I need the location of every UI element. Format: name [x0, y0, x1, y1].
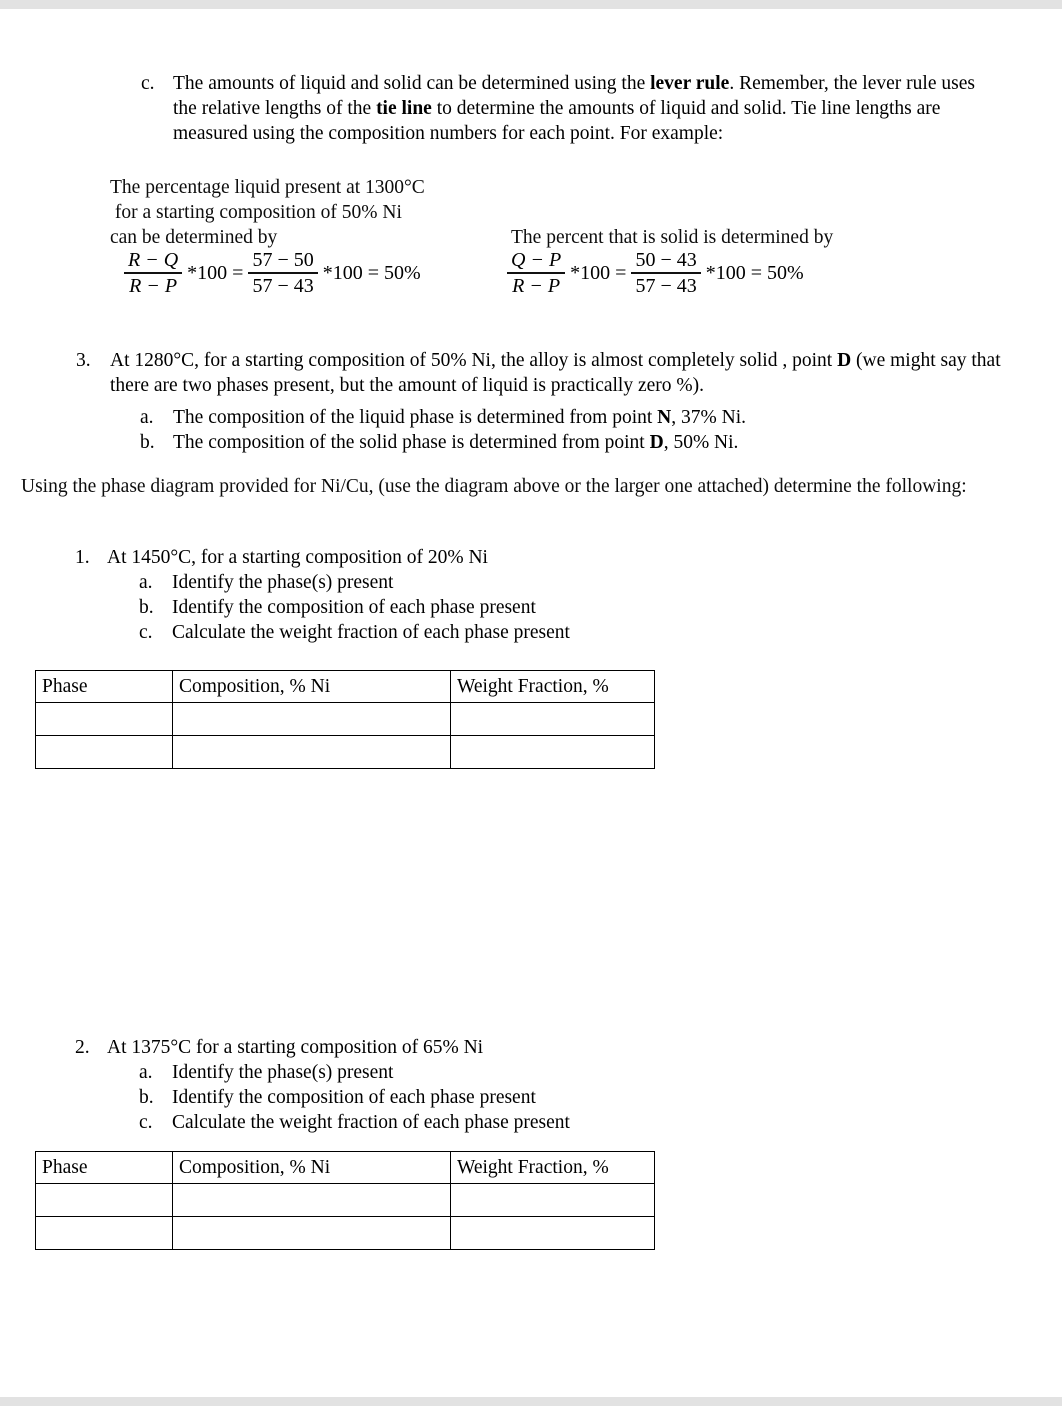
table-1-cell-r2c2[interactable]: [172, 735, 451, 769]
liquid-example-line-2: for a starting composition of 50% Ni: [110, 202, 402, 223]
list-item-c-text: The amounts of liquid and solid can be d…: [173, 73, 975, 144]
question-1-sub-c: c. Calculate the weight fraction of each…: [139, 620, 779, 645]
table-1-cell-r1c3[interactable]: [450, 702, 655, 736]
liquid-eq-fraction-2-denominator: 57 − 43: [252, 274, 314, 297]
table-1-header-weight-fraction: Weight Fraction, %: [450, 670, 655, 703]
table-1-cell-r1c2[interactable]: [172, 702, 451, 736]
list-item-c: c. The amounts of liquid and solid can b…: [141, 71, 997, 146]
list-item-3a-marker: a.: [140, 407, 154, 428]
table-1-cell-r1c1[interactable]: [35, 702, 173, 736]
table-2-cell-r1c1[interactable]: [35, 1183, 173, 1217]
question-2-sub-a-marker: a.: [139, 1062, 153, 1083]
table-row: [35, 735, 655, 769]
solid-eq-fraction-2-numerator: 50 − 43: [635, 249, 697, 271]
solid-eq-fraction-2-denominator: 57 − 43: [635, 274, 697, 297]
question-1-sub-a: a. Identify the phase(s) present: [139, 570, 779, 595]
list-item-3b: b. The composition of the solid phase is…: [140, 430, 900, 455]
question-2-sub-c: c. Calculate the weight fraction of each…: [139, 1110, 779, 1135]
list-item-3a: a. The composition of the liquid phase i…: [140, 405, 900, 430]
page-top-edge-band: [0, 0, 1062, 9]
question-2-sub-b: b. Identify the composition of each phas…: [139, 1085, 779, 1110]
table-1-header-composition: Composition, % Ni: [172, 670, 451, 703]
list-item-3-marker: 3.: [76, 350, 91, 371]
phase-table-2: Phase Composition, % Ni Weight Fraction,…: [35, 1151, 655, 1250]
table-2-cell-r1c2[interactable]: [172, 1183, 451, 1217]
liquid-eq-fraction-2-bar: [248, 272, 318, 274]
question-2-sub-c-marker: c.: [139, 1112, 153, 1133]
question-2-sub-b-text: Identify the composition of each phase p…: [172, 1087, 536, 1108]
solid-eq-fraction-1-numerator: Q − P: [511, 249, 562, 271]
table-2-cell-r2c1[interactable]: [35, 1216, 173, 1250]
liquid-example-line-1: The percentage liquid present at 1300°C: [110, 177, 425, 198]
solid-eq-fraction-1-bar: [507, 272, 566, 274]
liquid-eq-fraction-1-bar: [124, 272, 183, 274]
liquid-eq-fraction-1: R − Q R − P: [124, 249, 183, 297]
question-2-stem: At 1375°C for a starting composition of …: [107, 1037, 484, 1058]
solid-eq-fraction-2-bar: [631, 272, 701, 274]
table-2-header-composition: Composition, % Ni: [172, 1151, 451, 1184]
solid-eq-fraction-2: 50 − 43 57 − 43: [631, 249, 701, 297]
table-2-header-phase: Phase: [35, 1151, 173, 1184]
table-1-header-row: Phase Composition, % Ni Weight Fraction,…: [35, 670, 655, 703]
solid-eq-operator-2: *100 = 50%: [705, 261, 804, 284]
question-2-sub-a: a. Identify the phase(s) present: [139, 1060, 779, 1085]
question-1: 1. At 1450°C, for a starting composition…: [75, 545, 775, 570]
intro-paragraph: Using the phase diagram provided for Ni/…: [21, 476, 967, 497]
table-2-header-weight-fraction: Weight Fraction, %: [450, 1151, 655, 1184]
table-1-header-phase: Phase: [35, 670, 173, 703]
question-2-sub-b-marker: b.: [139, 1087, 154, 1108]
question-2-sub-a-text: Identify the phase(s) present: [172, 1062, 394, 1083]
solid-eq-operator-1: *100 =: [570, 261, 627, 284]
table-row: [35, 1183, 655, 1217]
solid-eq-fraction-1-denominator: R − P: [512, 274, 561, 297]
list-item-3: 3. At 1280°C, for a starting composition…: [76, 348, 1001, 398]
liquid-fraction-equation: R − Q R − P *100 = 57 − 50 57 − 43 *100 …: [122, 249, 424, 297]
liquid-example-line-3: can be determined by: [110, 227, 278, 248]
table-1-cell-r2c3[interactable]: [450, 735, 655, 769]
solid-fraction-equation: Q − P R − P *100 = 50 − 43 57 − 43 *100 …: [505, 249, 807, 297]
question-1-marker: 1.: [75, 547, 90, 568]
question-1-sub-b: b. Identify the composition of each phas…: [139, 595, 779, 620]
question-1-sub-c-text: Calculate the weight fraction of each ph…: [172, 622, 570, 643]
table-row: [35, 1216, 655, 1250]
table-2-header-row: Phase Composition, % Ni Weight Fraction,…: [35, 1151, 655, 1184]
list-item-c-marker: c.: [141, 73, 155, 94]
table-2-cell-r1c3[interactable]: [450, 1183, 655, 1217]
table-row: [35, 702, 655, 736]
question-1-stem: At 1450°C, for a starting composition of…: [107, 547, 488, 568]
liquid-eq-fraction-1-denominator: R − P: [129, 274, 178, 297]
question-2-sub-c-text: Calculate the weight fraction of each ph…: [172, 1112, 570, 1133]
phase-table-1: Phase Composition, % Ni Weight Fraction,…: [35, 670, 655, 769]
liquid-eq-fraction-1-numerator: R − Q: [128, 249, 179, 271]
question-1-sub-a-marker: a.: [139, 572, 153, 593]
list-item-3b-marker: b.: [140, 432, 155, 453]
question-1-sub-b-text: Identify the composition of each phase p…: [172, 597, 536, 618]
liquid-eq-fraction-2-numerator: 57 − 50: [252, 249, 314, 271]
liquid-eq-operator-1: *100 =: [187, 261, 244, 284]
solid-example-line-1: The percent that is solid is determined …: [511, 227, 834, 248]
list-item-3b-text: The composition of the solid phase is de…: [173, 432, 739, 453]
solid-eq-fraction-1: Q − P R − P: [507, 249, 566, 297]
liquid-eq-fraction-2: 57 − 50 57 − 43: [248, 249, 318, 297]
document-page: c. The amounts of liquid and solid can b…: [0, 9, 1062, 1397]
question-2-marker: 2.: [75, 1037, 90, 1058]
question-1-sub-a-text: Identify the phase(s) present: [172, 572, 394, 593]
table-1-cell-r2c1[interactable]: [35, 735, 173, 769]
question-1-sub-b-marker: b.: [139, 597, 154, 618]
question-2: 2. At 1375°C for a starting composition …: [75, 1035, 775, 1060]
list-item-3a-text: The composition of the liquid phase is d…: [173, 407, 747, 428]
question-1-sub-c-marker: c.: [139, 622, 153, 643]
page-bottom-edge-band: [0, 1397, 1062, 1406]
liquid-eq-operator-2: *100 = 50%: [322, 261, 421, 284]
table-2-cell-r2c3[interactable]: [450, 1216, 655, 1250]
table-2-cell-r2c2[interactable]: [172, 1216, 451, 1250]
list-item-3-text: At 1280°C, for a starting composition of…: [110, 350, 1001, 396]
